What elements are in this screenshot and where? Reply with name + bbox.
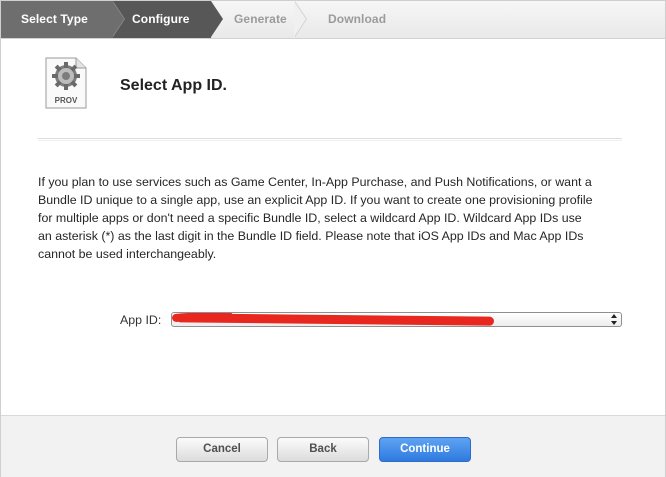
- cancel-button[interactable]: Cancel: [176, 437, 268, 462]
- step-select-type: Select Type: [1, 1, 113, 38]
- step-label: Download: [328, 12, 387, 26]
- prov-icon-label: PROV: [55, 96, 78, 105]
- step-progress-bar: Select Type Configure Generate Download: [1, 1, 665, 39]
- step-separator-chevron: [112, 1, 124, 37]
- step-download: Download: [299, 1, 419, 38]
- assistant-window: Select Type Configure Generate Download: [0, 0, 666, 477]
- provisioning-profile-icon: PROV: [45, 57, 87, 109]
- step-separator-chevron: [294, 1, 306, 37]
- footer-bar: Cancel Back Continue: [1, 415, 665, 477]
- step-label: Select Type: [21, 12, 88, 26]
- header-divider: [38, 138, 622, 139]
- header-divider-shadow: [38, 140, 622, 141]
- step-configure: Configure: [113, 1, 211, 38]
- continue-button[interactable]: Continue: [379, 437, 471, 462]
- step-generate: Generate: [211, 1, 299, 38]
- description-text: If you plan to use services such as Game…: [38, 175, 593, 261]
- page-title: Select App ID.: [120, 77, 227, 94]
- step-label: Generate: [234, 12, 287, 26]
- app-id-label: App ID:: [120, 313, 162, 327]
- step-label: Configure: [132, 12, 190, 26]
- app-id-select[interactable]: XC...: [171, 312, 622, 327]
- select-stepper-icon: [611, 314, 617, 325]
- back-button[interactable]: Back: [277, 437, 369, 462]
- step-separator-chevron: [211, 1, 223, 37]
